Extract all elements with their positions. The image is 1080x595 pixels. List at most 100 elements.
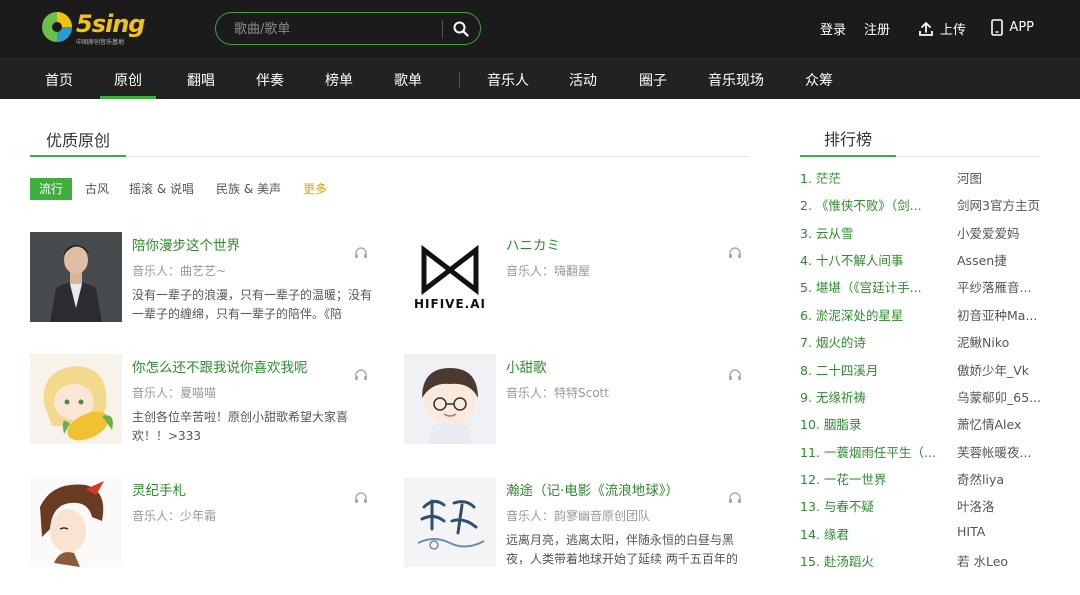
song-title[interactable]: 陪你漫步这个世界 [132,234,240,254]
song-artist[interactable]: 音乐人：少年霜 [132,507,216,524]
search-box [215,12,481,45]
nav-item-live[interactable]: 音乐现场 [708,70,764,90]
ranking-song[interactable]: 14. 缘君 [800,524,948,543]
ranking-song[interactable]: 8. 二十四溪月 [800,360,948,379]
logo-icon [42,12,72,42]
cover-image-cartoon-boy [404,354,496,444]
ranking-artist[interactable]: 河图 [957,168,1047,187]
filter-folk-bel-canto[interactable]: 民族 & 美声 [216,178,281,200]
song-description: 没有一辈子的浪漫，只有一辈子的温暖；没有一辈子的缠绵，只有一辈子的陪伴。《陪 [132,288,372,321]
ranking-song[interactable]: 5. 堪堪（《宫廷计手... [800,277,948,296]
ranking-song[interactable]: 6. 淤泥深处的星星 [800,305,948,324]
filter-more[interactable]: 更多 [303,178,327,200]
nav-item-original[interactable]: 原创 [100,70,156,99]
song-card: 小甜歌 音乐人：特特Scott [404,354,749,446]
ranking-song[interactable]: 4. 十八不解人间事 [800,250,948,269]
cover-image-anime-boy [30,477,122,567]
song-title[interactable]: 你怎么还不跟我说你喜欢我呢 [132,356,308,376]
headphone-icon [355,492,367,503]
headphone-button[interactable] [728,491,742,508]
nav-item-circles[interactable]: 圈子 [639,70,667,90]
ranking-song[interactable]: 3. 云从雪 [800,223,948,242]
headphone-button[interactable] [728,368,742,385]
nav-item-crowdfunding[interactable]: 众筹 [805,70,833,90]
ranking-item: 10. 胭脂录 萧忆情Alex [800,414,1040,434]
ranking-artist[interactable]: 剑网3官方主页 [957,195,1047,214]
headphone-button[interactable] [354,368,368,385]
ranking-song[interactable]: 12. 一花一世界 [800,469,948,488]
filter-gufeng[interactable]: 古风 [85,178,109,200]
nav-item-musicians[interactable]: 音乐人 [487,70,529,90]
song-cover[interactable] [404,477,496,567]
ranking-song[interactable]: 11. 一蓑烟雨任平生（... [800,442,948,461]
song-artist[interactable]: 音乐人：特特Scott [506,384,609,401]
logo-tagline: 中国原创音乐基地 [76,39,125,46]
site-logo[interactable]: 5sing 中国原创音乐基地 [40,10,150,48]
song-title[interactable]: 小甜歌 [506,356,547,376]
song-artist[interactable]: 音乐人：嗨翻屋 [506,262,590,279]
ranking-song[interactable]: 1. 茫茫 [800,168,948,187]
ranking-artist[interactable]: 乌蒙郗卯_65... [957,387,1047,406]
song-cover[interactable] [404,354,496,444]
search-button[interactable] [449,18,473,40]
nav-item-playlists[interactable]: 歌单 [394,70,422,90]
ranking-artist[interactable]: 傲娇少年_Vk [957,360,1047,379]
song-artist[interactable]: 音乐人：曲艺艺~ [132,262,226,279]
nav-item-charts[interactable]: 榜单 [325,70,353,90]
ranking-item: 7. 烟火的诗 泥鳅Niko [800,332,1040,352]
song-title[interactable]: ハニカミ [506,234,560,254]
nav-item-home[interactable]: 首页 [45,70,73,90]
song-card: 灵纪手札 音乐人：少年霜 [30,477,375,569]
headphone-icon [729,247,741,258]
featured-divider-accent [30,155,126,157]
ranking-song[interactable]: 9. 无缘祈祷 [800,387,948,406]
song-title[interactable]: 瀚途（记·电影《流浪地球》） [506,479,679,499]
cover-image-calligraphy [404,477,496,567]
song-artist[interactable]: 音乐人：夏喵喵 [132,384,216,401]
song-title[interactable]: 灵纪手札 [132,479,186,499]
headphone-button[interactable] [354,491,368,508]
ranking-artist[interactable]: 泥鳅Niko [957,332,1047,351]
ranking-item: 8. 二十四溪月 傲娇少年_Vk [800,360,1040,380]
ranking-artist[interactable]: 若 水Leo [957,551,1047,570]
nav-item-cover[interactable]: 翻唱 [187,70,215,90]
headphone-button[interactable] [728,246,742,263]
ranking-song[interactable]: 15. 赴汤蹈火 [800,551,948,570]
ranking-artist[interactable]: 小爱爱爱妈 [957,223,1047,242]
upload-link[interactable]: 上传 [918,19,966,38]
ranking-song[interactable]: 13. 与春不疑 [800,496,948,515]
ranking-artist[interactable]: 芙蓉帐暖夜... [957,442,1047,461]
ranking-artist[interactable]: HITA [957,524,1047,539]
nav-item-events[interactable]: 活动 [569,70,597,90]
filter-rock-rap[interactable]: 摇滚 & 说唱 [129,178,194,200]
ranking-item: 3. 云从雪 小爱爱爱妈 [800,223,1040,243]
song-cover[interactable] [30,354,122,444]
headphone-icon [355,369,367,380]
ranking-artist[interactable]: 叶洛洛 [957,496,1047,515]
ranking-artist[interactable]: Assen捷 [957,250,1047,269]
song-card: 瀚途（记·电影《流浪地球》） 音乐人：韵寥幽音原创团队 远离月亮，逃离太阳，伴随… [404,477,749,569]
song-card: 陪你漫步这个世界 音乐人：曲艺艺~ 没有一辈子的浪漫，只有一辈子的温暖；没有一辈… [30,232,375,324]
login-link[interactable]: 登录 [820,19,846,38]
search-input[interactable] [234,19,434,39]
song-cover[interactable]: HIFIVE.AI [404,232,496,322]
ranking-artist[interactable]: 奇然liya [957,469,1047,488]
register-link[interactable]: 注册 [864,19,890,38]
song-cover[interactable] [30,232,122,322]
nav-item-accompaniment[interactable]: 伴奏 [256,70,284,90]
song-artist[interactable]: 音乐人：韵寥幽音原创团队 [506,507,650,524]
headphone-button[interactable] [354,246,368,263]
song-description: 主创各位辛苦啦！原创小甜歌希望大家喜欢！！>333 [132,410,349,443]
ranking-song[interactable]: 2. 《惟侠不败》（剑... [800,195,948,214]
ranking-artist[interactable]: 萧忆情Alex [957,414,1047,433]
song-cover[interactable] [30,477,122,567]
ranking-artist[interactable]: 初音亚种Ma... [957,305,1047,324]
ranking-song[interactable]: 7. 烟火的诗 [800,332,948,351]
ranking-artist[interactable]: 平纱落雁音... [957,277,1047,296]
search-divider [442,20,443,38]
ranking-divider-accent [800,155,896,157]
filter-pop[interactable]: 流行 [30,178,73,200]
app-link[interactable]: APP [991,19,1034,36]
ranking-song[interactable]: 10. 胭脂录 [800,414,948,433]
ranking-item: 1. 茫茫 河图 [800,168,1040,188]
